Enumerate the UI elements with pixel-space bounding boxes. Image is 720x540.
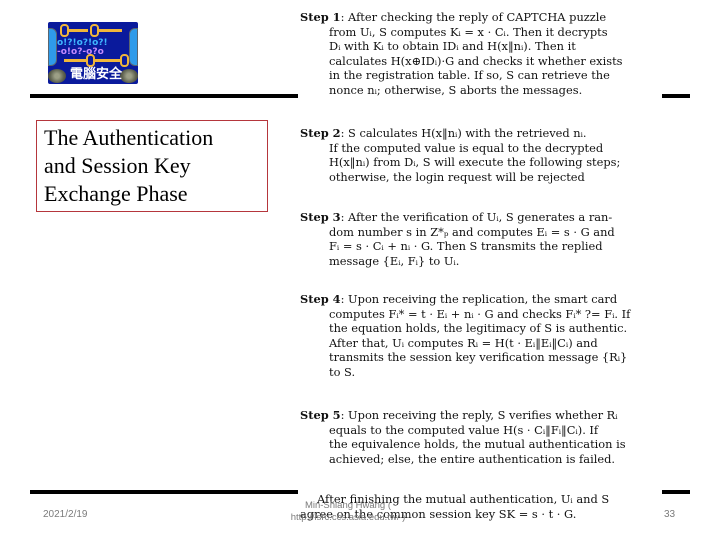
logo-gear-icon (120, 69, 138, 83)
step-line: from Uᵢ, S computes Kᵢ = x · Cᵢ. Then it… (329, 24, 608, 39)
logo-text: 電腦安全 (70, 67, 123, 82)
step-text: : S calculates H(x‖nᵢ) with the retrieve… (340, 126, 587, 140)
divider-bottom-right (662, 490, 690, 494)
step-label: Step 5 (300, 408, 341, 422)
step-line: Step 5: Upon receiving the reply, S veri… (300, 408, 660, 423)
step-line: If the computed value is equal to the de… (329, 140, 604, 155)
footer-author-url[interactable]: http://isrc.ccs.asia.edu.tw/ ) (288, 512, 408, 524)
step-line: in the registration table. If so, S can … (329, 68, 610, 83)
step-line: After that, Uᵢ computes Rᵢ = H(t · Eᵢ‖Eᵢ… (329, 335, 598, 350)
footer-author-name: Min-Shiang Hwang ( (304, 500, 392, 511)
step-line: calculates H(x⊕IDᵢ)·G and checks it whet… (329, 53, 623, 68)
step-2: Step 2: S calculates H(x‖nᵢ) with the re… (300, 126, 660, 184)
step-line: computes Fᵢ* = t · Eᵢ + nᵢ · G and check… (329, 306, 631, 321)
step-text: : After the verification of Uᵢ, S genera… (340, 210, 613, 224)
logo-key-ring-icon (90, 24, 99, 37)
step-line: message {Eᵢ, Fᵢ} to Uᵢ. (329, 253, 460, 268)
step-line: equals to the computed value H(s · Cᵢ‖Fᵢ… (329, 422, 599, 437)
step-line: nonce nᵢ; otherwise, S aborts the messag… (329, 82, 583, 97)
divider-top-right (662, 94, 690, 98)
step-line: Dᵢ with Kᵢ to obtain IDᵢ and H(x‖nᵢ). Th… (329, 39, 576, 54)
logo-symbols-row2: -o!o?-o?o (57, 47, 104, 57)
step-line: achieved; else, the entire authenticatio… (329, 451, 616, 466)
footer-author: Min-Shiang Hwang ( http://isrc.ccs.asia.… (288, 500, 408, 524)
step-line: Step 1: After checking the reply of CAPT… (300, 10, 660, 25)
slide-title: The Authentication and Session Key Excha… (44, 125, 214, 206)
step-text: : Upon receiving the replication, the sm… (340, 292, 618, 306)
step-5: Step 5: Upon receiving the reply, S veri… (300, 408, 660, 466)
step-line: Fᵢ = s · Cᵢ + nᵢ · G. Then S transmits t… (329, 239, 603, 254)
footer-date: 2021/2/19 (43, 509, 88, 520)
step-line: Step 4: Upon receiving the replication, … (300, 292, 660, 307)
step-line: Step 3: After the verification of Uᵢ, S … (300, 210, 660, 225)
footer-page-number: 33 (664, 509, 676, 520)
logo-symbols: o!?!o?!o?! -o!o?-o?o (57, 39, 108, 57)
divider-top-left (30, 94, 298, 98)
logo-computer-security: o!?!o?!o?! -o!o?-o?o 電腦安全 (48, 22, 138, 84)
step-line: otherwise, the login request will be rej… (329, 169, 585, 184)
logo-key-ring-icon (60, 24, 69, 37)
logo-side-panel-right (129, 28, 138, 66)
step-line: the equation holds, the legitimacy of S … (329, 321, 628, 336)
step-line: Step 2: S calculates H(x‖nᵢ) with the re… (300, 126, 660, 141)
step-text: : After checking the reply of CAPTCHA pu… (340, 10, 607, 24)
step-line: the equivalence holds, the mutual authen… (329, 437, 626, 452)
step-line: transmits the session key verification m… (329, 350, 628, 365)
step-label: Step 4 (300, 292, 341, 306)
step-1: Step 1: After checking the reply of CAPT… (300, 10, 660, 98)
step-text: : Upon receiving the reply, S verifies w… (340, 408, 618, 422)
step-line: to S. (329, 364, 356, 379)
logo-side-panel-left (48, 28, 57, 66)
step-line: H(x‖nᵢ) from Dᵢ, S will execute the foll… (329, 155, 621, 170)
logo-gear-icon (48, 69, 66, 83)
step-line: dom number s in Z*ₚ and computes Eᵢ = s … (329, 224, 615, 239)
step-label: Step 2 (300, 126, 341, 140)
step-label: Step 1 (300, 10, 341, 24)
step-label: Step 3 (300, 210, 341, 224)
divider-bottom-left (30, 490, 298, 494)
step-3: Step 3: After the verification of Uᵢ, S … (300, 210, 660, 268)
step-4: Step 4: Upon receiving the replication, … (300, 292, 660, 380)
logo-key-icon (94, 59, 122, 62)
slide-title-box: The Authentication and Session Key Excha… (36, 120, 268, 212)
